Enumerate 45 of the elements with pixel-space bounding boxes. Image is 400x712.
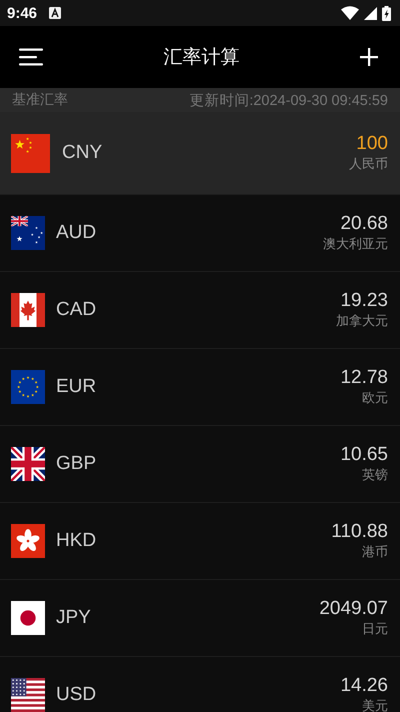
currency-code: CNY [62, 142, 102, 164]
plus-icon [360, 48, 378, 66]
flag-icon [11, 447, 45, 481]
section-label: 基准汇率 [12, 91, 68, 109]
currency-amount: 19.23 [340, 289, 388, 313]
currency-code: GBP [56, 453, 96, 475]
currency-name: 人民币 [349, 156, 388, 174]
flag-icon [11, 134, 50, 172]
currency-code: CAD [56, 299, 96, 321]
menu-button[interactable] [19, 48, 43, 66]
flag-icon [11, 678, 45, 712]
currency-name: 日元 [362, 621, 388, 639]
currency-name: 加拿大元 [336, 313, 388, 331]
flag-icon [11, 216, 45, 250]
wifi-icon [341, 6, 359, 20]
flag-icon [11, 293, 45, 327]
currency-amount: 12.78 [340, 366, 388, 390]
update-time: 更新时间:2024-09-30 09:45:59 [189, 92, 388, 110]
currency-code: AUD [56, 222, 96, 244]
currency-amount: 10.65 [340, 443, 388, 467]
currency-amount: 2049.07 [319, 597, 388, 621]
flag-icon [11, 601, 45, 635]
notification-icon [49, 7, 62, 19]
currency-amount: 100 [356, 132, 388, 156]
add-button[interactable] [360, 48, 378, 66]
currency-name: 欧元 [362, 390, 388, 408]
flag-icon [11, 370, 45, 404]
currency-code: HKD [56, 530, 96, 552]
currency-code: EUR [56, 376, 96, 398]
currency-amount: 14.26 [340, 674, 388, 698]
currency-name: 美元 [362, 698, 388, 712]
status-time: 9:46 [7, 4, 38, 22]
app-title: 汇率计算 [164, 45, 240, 70]
currency-code: USD [56, 684, 96, 706]
currency-code: JPY [56, 607, 91, 629]
currency-amount: 20.68 [340, 212, 388, 236]
menu-icon [19, 48, 43, 66]
signal-icon [364, 6, 377, 20]
battery-charging-icon [382, 6, 391, 20]
currency-name: 澳大利亚元 [323, 236, 388, 254]
currency-amount: 110.88 [331, 520, 388, 544]
currency-name: 英镑 [362, 467, 388, 485]
flag-icon [11, 524, 45, 558]
currency-name: 港币 [362, 544, 388, 562]
currency-row[interactable]: CNY 100 人民币 [0, 112, 400, 195]
